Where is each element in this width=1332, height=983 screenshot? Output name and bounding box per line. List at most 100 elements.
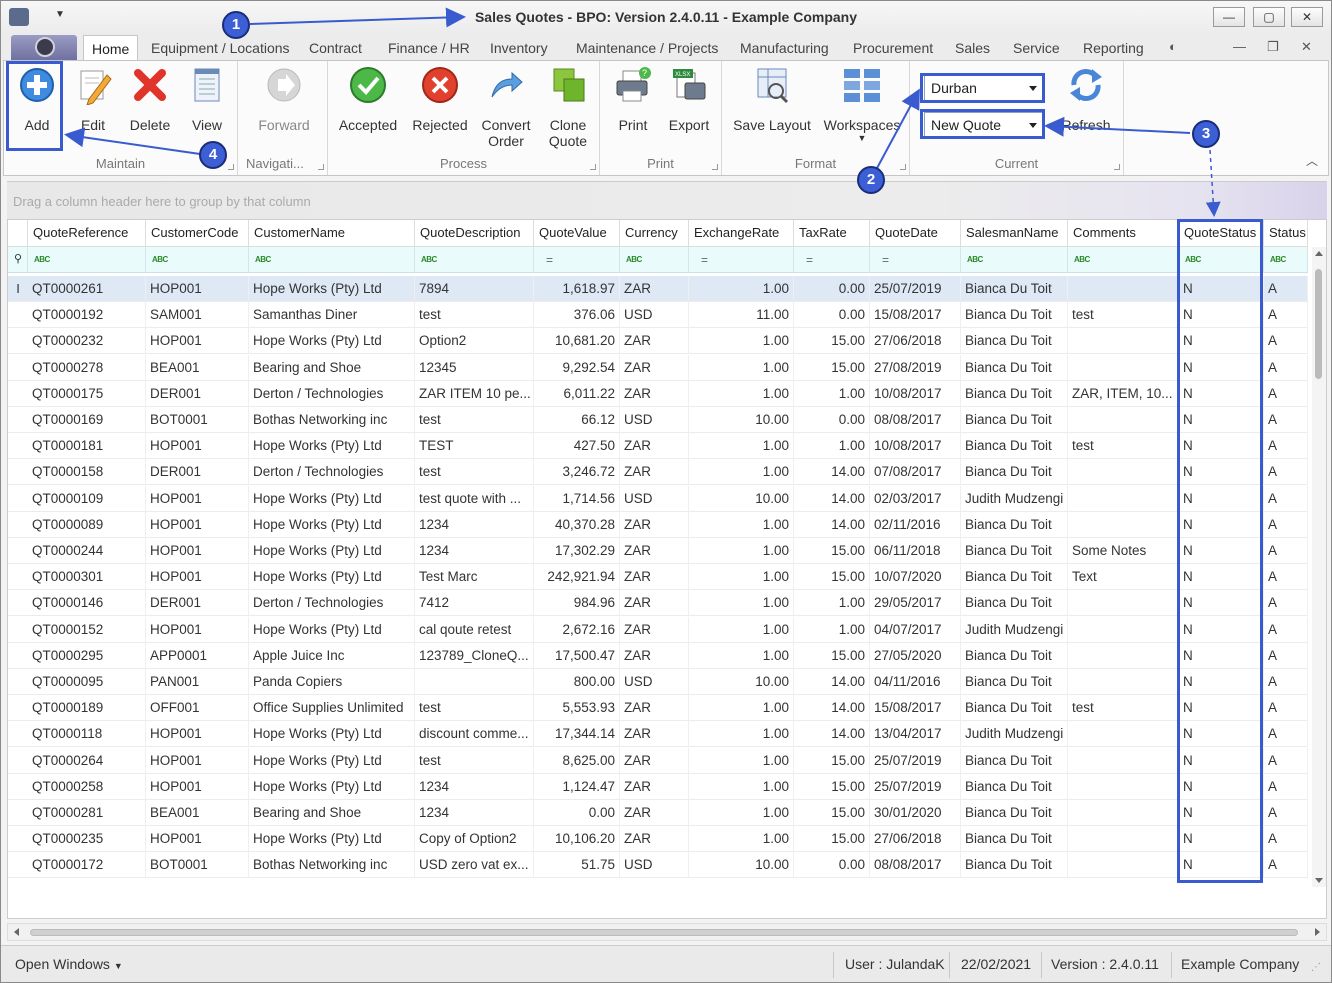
cell-quote-value[interactable]: 984.96: [534, 590, 620, 617]
tab-manufacturing[interactable]: Manufacturing: [740, 40, 829, 56]
cell-customer-code[interactable]: HOP001: [146, 721, 249, 748]
cell-quote-value[interactable]: 1,124.47: [534, 773, 620, 800]
cell-customer-name[interactable]: Office Supplies Unlimited: [249, 695, 415, 722]
cell-status[interactable]: A: [1264, 721, 1308, 748]
cell-quote-description[interactable]: Copy of Option2: [415, 826, 534, 853]
tab-service[interactable]: Service: [1013, 40, 1060, 56]
row-focus-indicator[interactable]: I: [8, 276, 28, 302]
column-header-exchange-rate[interactable]: ExchangeRate: [689, 220, 794, 247]
cell-quote-status[interactable]: N: [1179, 695, 1264, 722]
cell-quote-value[interactable]: 427.50: [534, 433, 620, 460]
cell-quote-date[interactable]: 15/08/2017: [870, 695, 961, 722]
cell-quote-date[interactable]: 25/07/2019: [870, 276, 961, 302]
filter-cell-exchange-rate[interactable]: =: [689, 247, 794, 273]
cell-tax-rate[interactable]: 1.00: [794, 590, 870, 617]
cell-status[interactable]: A: [1264, 773, 1308, 800]
filter-cell-customer-code[interactable]: ABC: [146, 247, 249, 273]
cell-quote-description[interactable]: 123789_CloneQ...: [415, 642, 534, 669]
horizontal-scrollbar[interactable]: [7, 923, 1327, 941]
cell-quote-description[interactable]: 12345: [415, 354, 534, 381]
cell-quote-description[interactable]: test: [415, 407, 534, 433]
cell-tax-rate[interactable]: 15.00: [794, 538, 870, 564]
table-row[interactable]: QT0000278 BEA001 Bearing and Shoe 12345 9,29…: [8, 354, 1308, 381]
cell-quote-date[interactable]: 04/11/2016: [870, 669, 961, 695]
column-header-quote-date[interactable]: QuoteDate: [870, 220, 961, 247]
cell-quote-value[interactable]: 10,106.20: [534, 826, 620, 853]
cell-status[interactable]: A: [1264, 695, 1308, 722]
filter-cell-salesman-name[interactable]: ABC: [961, 247, 1068, 273]
cell-customer-code[interactable]: HOP001: [146, 826, 249, 853]
cell-quote-reference[interactable]: QT0000189: [28, 695, 146, 722]
table-row[interactable]: QT0000118 HOP001 Hope Works (Pty) Ltd disco…: [8, 721, 1308, 748]
cell-quote-description[interactable]: 1234: [415, 773, 534, 800]
cell-quote-status[interactable]: N: [1179, 407, 1264, 433]
cell-exchange-rate[interactable]: 1.00: [689, 616, 794, 643]
table-row[interactable]: QT0000258 HOP001 Hope Works (Pty) Ltd 1234 1…: [8, 773, 1308, 800]
cell-customer-name[interactable]: Derton / Technologies: [249, 590, 415, 617]
filter-cell-quote-value[interactable]: =: [534, 247, 620, 273]
cell-quote-reference[interactable]: QT0000258: [28, 773, 146, 800]
cell-quote-reference[interactable]: QT0000301: [28, 564, 146, 591]
cell-salesman-name[interactable]: Bianca Du Toit: [961, 590, 1068, 617]
table-row[interactable]: QT0000244 HOP001 Hope Works (Pty) Ltd 1234 1…: [8, 538, 1308, 564]
row-indicator[interactable]: [8, 407, 28, 433]
column-header-comments[interactable]: Comments: [1068, 220, 1179, 247]
cell-quote-reference[interactable]: QT0000181: [28, 433, 146, 460]
cell-comments[interactable]: [1068, 773, 1179, 800]
cell-tax-rate[interactable]: 1.00: [794, 616, 870, 643]
cell-customer-name[interactable]: Samanthas Diner: [249, 302, 415, 329]
cell-salesman-name[interactable]: Bianca Du Toit: [961, 276, 1068, 302]
cell-customer-code[interactable]: HOP001: [146, 538, 249, 564]
cell-quote-status[interactable]: N: [1179, 564, 1264, 591]
cell-customer-name[interactable]: Bothas Networking inc: [249, 852, 415, 879]
cell-salesman-name[interactable]: Bianca Du Toit: [961, 538, 1068, 564]
cell-salesman-name[interactable]: Bianca Du Toit: [961, 747, 1068, 774]
row-indicator[interactable]: [8, 617, 28, 643]
tab-contract[interactable]: Contract: [309, 40, 362, 56]
cell-exchange-rate[interactable]: 10.00: [689, 485, 794, 512]
column-header-quote-reference[interactable]: QuoteReference: [28, 220, 146, 247]
cell-comments[interactable]: [1068, 485, 1179, 512]
cell-quote-reference[interactable]: QT0000235: [28, 826, 146, 853]
cell-quote-reference[interactable]: QT0000244: [28, 538, 146, 564]
column-header-currency[interactable]: Currency: [620, 220, 689, 247]
cell-quote-date[interactable]: 02/11/2016: [870, 511, 961, 538]
filter-cell-status[interactable]: ABC: [1264, 247, 1308, 273]
cell-customer-code[interactable]: BOT0001: [146, 407, 249, 433]
row-indicator[interactable]: [8, 512, 28, 538]
table-row[interactable]: QT0000281 BEA001 Bearing and Shoe 1234 0.00 Z…: [8, 800, 1308, 826]
cell-comments[interactable]: test: [1068, 695, 1179, 722]
cell-exchange-rate[interactable]: 10.00: [689, 852, 794, 879]
cell-customer-name[interactable]: Hope Works (Pty) Ltd: [249, 826, 415, 853]
cell-status[interactable]: A: [1264, 328, 1308, 355]
filter-cell-quote-description[interactable]: ABC: [415, 247, 534, 273]
cell-exchange-rate[interactable]: 1.00: [689, 721, 794, 748]
application-menu-button[interactable]: [11, 35, 77, 61]
row-indicator[interactable]: [8, 800, 28, 826]
group-launcher-icon[interactable]: [590, 164, 596, 170]
cell-comments[interactable]: [1068, 800, 1179, 826]
table-row[interactable]: QT0000232 HOP001 Hope Works (Pty) Ltd Optio…: [8, 328, 1308, 355]
cell-exchange-rate[interactable]: 1.00: [689, 433, 794, 460]
cell-customer-name[interactable]: Hope Works (Pty) Ltd: [249, 616, 415, 643]
cell-customer-code[interactable]: HOP001: [146, 485, 249, 512]
cell-quote-description[interactable]: ZAR ITEM 10 pe...: [415, 380, 534, 407]
cell-quote-status[interactable]: N: [1179, 852, 1264, 879]
row-indicator[interactable]: [8, 302, 28, 328]
cell-quote-description[interactable]: test quote with ...: [415, 485, 534, 512]
cell-status[interactable]: A: [1264, 511, 1308, 538]
mdi-minimize-icon[interactable]: —: [1233, 39, 1246, 54]
row-indicator[interactable]: [8, 459, 28, 485]
filter-cell-quote-reference[interactable]: ABC: [28, 247, 146, 273]
cell-exchange-rate[interactable]: 1.00: [689, 642, 794, 669]
cell-quote-date[interactable]: 27/06/2018: [870, 328, 961, 355]
cell-currency[interactable]: ZAR: [620, 800, 689, 826]
cell-currency[interactable]: ZAR: [620, 276, 689, 302]
cell-customer-name[interactable]: Derton / Technologies: [249, 459, 415, 486]
table-row[interactable]: QT0000264 HOP001 Hope Works (Pty) Ltd test 8…: [8, 747, 1308, 774]
cell-salesman-name[interactable]: Bianca Du Toit: [961, 564, 1068, 591]
cell-salesman-name[interactable]: Bianca Du Toit: [961, 669, 1068, 695]
cell-customer-code[interactable]: HOP001: [146, 616, 249, 643]
row-indicator[interactable]: [8, 695, 28, 721]
cell-customer-code[interactable]: SAM001: [146, 302, 249, 329]
